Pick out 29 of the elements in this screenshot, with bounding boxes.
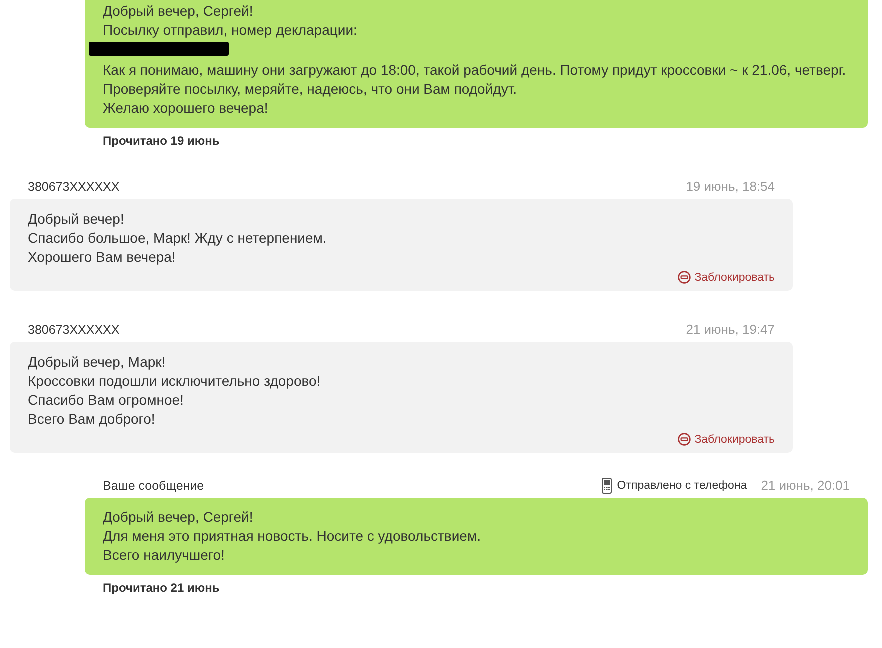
sender-number: 380673XXXXXX bbox=[28, 322, 120, 336]
read-status: Прочитано 21 июнь bbox=[103, 581, 221, 595]
message-time: 21 июнь, 19:47 bbox=[686, 322, 775, 337]
block-icon bbox=[678, 271, 691, 284]
message-text: Для меня это приятная новость. Носите с удовольствием. bbox=[103, 527, 482, 546]
message-text: Всего наилучшего! bbox=[103, 546, 226, 565]
block-button[interactable]: Заблокировать bbox=[678, 271, 775, 284]
block-button[interactable]: Заблокировать bbox=[678, 433, 775, 446]
read-status: Прочитано 19 июнь bbox=[103, 134, 221, 148]
message-text: Спасибо Вам огромное! bbox=[28, 391, 185, 410]
sent-from-phone-label: Отправлено с телефона bbox=[617, 480, 748, 492]
message-text: Кроссовки подошли исключительно здорово! bbox=[28, 372, 322, 391]
message-text: Как я понимаю, машину они загружают до 18:00, такой рабочий день. Потому придут кроссовки ~ к 21.06, четверг. bbox=[103, 61, 848, 80]
message-text: Проверяйте посылку, меряйте, надеюсь, что они Вам подойдут. bbox=[103, 80, 518, 99]
message-time: 21 июнь, 20:01 bbox=[761, 478, 850, 493]
message-text: Добрый вечер, Марк! bbox=[28, 353, 167, 372]
message-text: Хорошего Вам вечера! bbox=[28, 248, 177, 267]
message-text: Спасибо большое, Марк! Жду с нетерпением. bbox=[28, 229, 328, 248]
message-time: 19 июнь, 18:54 bbox=[686, 179, 775, 194]
message-text: Посылку отправил, номер декларации: bbox=[103, 21, 358, 40]
message-text: Всего Вам доброго! bbox=[28, 410, 156, 429]
message-text: Добрый вечер! bbox=[28, 210, 126, 229]
message-header: Ваше сообщение bbox=[103, 478, 204, 492]
message-text: Добрый вечер, Сергей! bbox=[103, 2, 254, 21]
block-icon bbox=[678, 433, 691, 446]
sender-number: 380673XXXXXX bbox=[28, 180, 120, 194]
message-text: Добрый вечер, Сергей! bbox=[103, 508, 254, 527]
phone-icon bbox=[602, 478, 612, 494]
message-text: Желаю хорошего вечера! bbox=[103, 99, 270, 118]
